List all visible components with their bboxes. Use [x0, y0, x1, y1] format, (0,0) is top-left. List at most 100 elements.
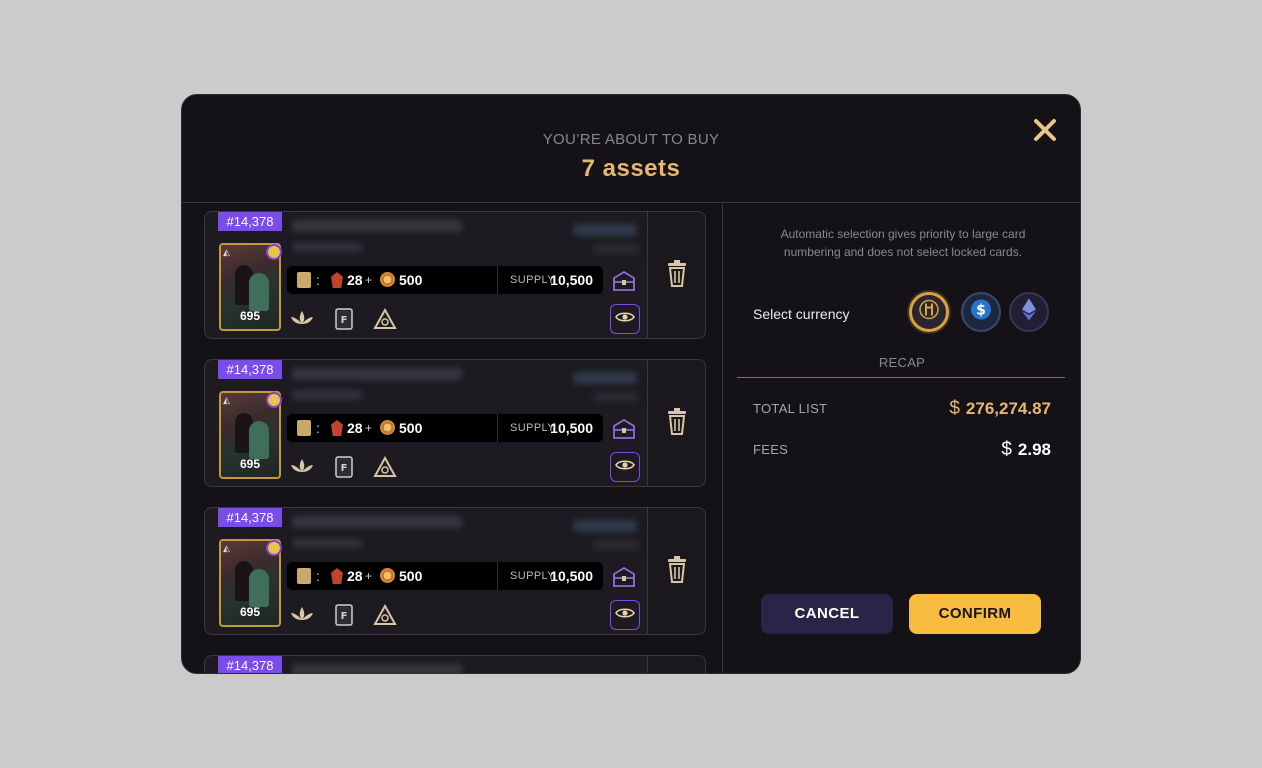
remove-button[interactable] [648, 211, 706, 339]
supply-label: SUPPLY [510, 274, 555, 286]
cost-box: : 28 + 500 SUPPLY 10,500 [287, 562, 603, 590]
asset-card: #14,378 ◭ 695 : 28 + 500 SUPPLY 10,500 F [204, 507, 648, 635]
modal-header: YOU’RE ABOUT TO BUY 7 assets [182, 95, 1080, 203]
lotus-icon [289, 456, 315, 481]
usdc-icon: $ [969, 298, 993, 327]
fees-amount: 2.98 [1017, 440, 1051, 459]
view-button[interactable] [610, 600, 640, 630]
asset-number-badge: #14,378 [218, 212, 282, 231]
asset-card: #14,378 ◭ 695 : 28 + 500 SUPPLY 10,500 F [204, 359, 648, 487]
close-icon[interactable] [1030, 115, 1060, 145]
recap-divider [737, 377, 1065, 378]
blurred-tag [573, 520, 637, 532]
cost-box: : 28 + 500 SUPPLY 10,500 [287, 266, 603, 294]
total-amount: 276,274.87 [965, 399, 1051, 418]
lotus-icon [289, 604, 315, 629]
asset-list[interactable]: #14,378 ◭ 695 : 28 + 500 SUPPLY 10,500 F… [182, 203, 723, 673]
eye-icon [615, 458, 635, 477]
blurred-tag [573, 372, 637, 384]
supply-label: SUPPLY [510, 570, 555, 582]
supply-value: 10,500 [550, 272, 593, 288]
confirm-button[interactable]: CONFIRM [909, 594, 1041, 634]
rarity-icon: ◭ [223, 395, 230, 405]
asset-card: #14,378 [204, 655, 648, 673]
asset-number-badge: #14,378 [218, 508, 282, 527]
blurred-meta [593, 392, 639, 402]
token-icon [266, 244, 282, 260]
token-icon [266, 392, 282, 408]
total-list-value: $276,274.87 [949, 398, 1051, 420]
chest-icon [611, 416, 637, 442]
asset-item: #14,378 ◭ 695 : 28 + 500 SUPPLY 10,500 F [204, 359, 706, 489]
view-button[interactable] [610, 304, 640, 334]
faction-triangle-icon [373, 307, 397, 335]
remove-button[interactable] [648, 655, 706, 673]
card-type-icon: F [335, 308, 353, 335]
remove-button[interactable] [648, 359, 706, 487]
chest-icon [611, 564, 637, 590]
currency-symbol: $ [949, 398, 960, 419]
view-button[interactable] [610, 452, 640, 482]
cost-gem-value: 28 [347, 272, 363, 288]
gem-icon [331, 420, 343, 436]
card-number: 695 [239, 457, 261, 471]
currency-ethereum-option[interactable] [1009, 292, 1049, 332]
blurred-name [292, 220, 462, 232]
blurred-tag [573, 224, 637, 236]
asset-item: #14,378 ◭ 695 : 28 + 500 SUPPLY 10,500 F [204, 211, 706, 341]
faction-triangle-icon [373, 603, 397, 631]
trash-icon [667, 259, 687, 292]
currency-gold-token-option[interactable] [909, 292, 949, 332]
remove-button[interactable] [648, 507, 706, 635]
purchase-modal: YOU’RE ABOUT TO BUY 7 assets #14,378 ◭ 6… [181, 94, 1081, 674]
recap-heading: RECAP [878, 355, 926, 370]
gem-icon [331, 272, 343, 288]
asset-number-badge: #14,378 [218, 656, 282, 673]
svg-text:F: F [341, 611, 348, 622]
gold-token-icon [918, 299, 940, 326]
cost-coin-value: 500 [399, 272, 423, 288]
svg-text:F: F [341, 315, 348, 326]
modal-title: 7 assets [581, 155, 681, 182]
supply-value: 10,500 [550, 420, 593, 436]
modal-subtitle: YOU’RE ABOUT TO BUY [542, 131, 720, 148]
cost-gem-value: 28 [347, 420, 363, 436]
cost-coin-value: 500 [399, 568, 423, 584]
currency-symbol: $ [1001, 439, 1012, 460]
asset-item: #14,378 [204, 655, 706, 673]
coin-icon [380, 420, 395, 435]
blurred-subtitle [292, 390, 362, 400]
card-number: 695 [239, 309, 261, 323]
asset-item: #14,378 ◭ 695 : 28 + 500 SUPPLY 10,500 F [204, 507, 706, 637]
chest-icon [611, 268, 637, 294]
cancel-button[interactable]: CANCEL [761, 594, 893, 634]
blurred-subtitle [292, 538, 362, 548]
card-number: 695 [239, 605, 261, 619]
card-type-icon: F [335, 456, 353, 483]
supply-label: SUPPLY [510, 422, 555, 434]
cost-gem-value: 28 [347, 568, 363, 584]
lotus-icon [289, 308, 315, 333]
eye-icon [615, 310, 635, 329]
fees-value: $2.98 [1001, 439, 1051, 461]
stone-icon [297, 420, 311, 436]
stone-icon [297, 568, 311, 584]
asset-number-badge: #14,378 [218, 360, 282, 379]
blurred-name [292, 368, 462, 380]
supply-value: 10,500 [550, 568, 593, 584]
blurred-name [292, 516, 462, 528]
blurred-subtitle [292, 242, 362, 252]
currency-usdc-option[interactable]: $ [961, 292, 1001, 332]
selection-note: Automatic selection gives priority to la… [780, 227, 1026, 259]
total-list-label: TOTAL LIST [753, 401, 828, 416]
currency-label: Select currency [753, 306, 850, 322]
trash-icon [667, 407, 687, 440]
eye-icon [615, 606, 635, 625]
blurred-name [292, 664, 462, 673]
rarity-icon: ◭ [223, 247, 230, 257]
coin-icon [380, 272, 395, 287]
svg-text:F: F [341, 463, 348, 474]
blurred-meta [593, 540, 639, 550]
ethereum-icon [1021, 298, 1037, 327]
cost-box: : 28 + 500 SUPPLY 10,500 [287, 414, 603, 442]
